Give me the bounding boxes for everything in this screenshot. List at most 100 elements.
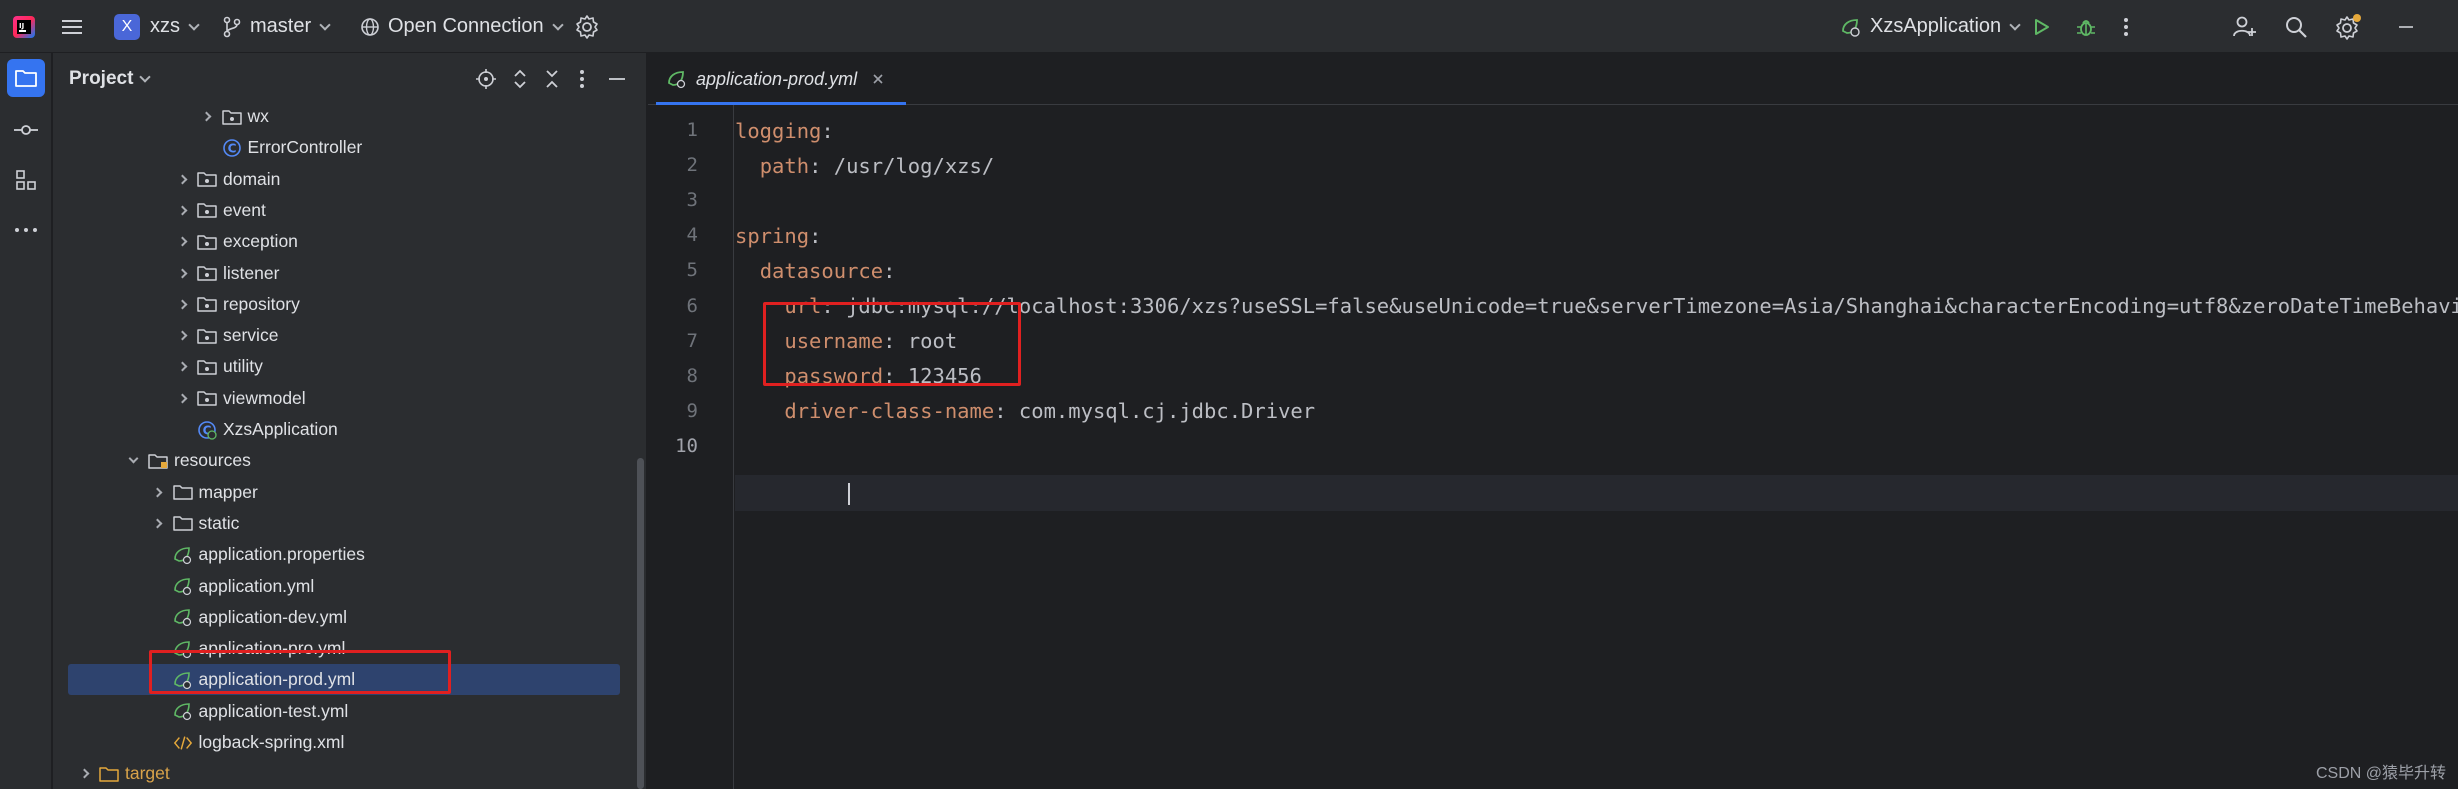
chevron-right-icon[interactable] <box>77 767 91 781</box>
code-line: spring: <box>735 223 822 248</box>
chevron-right-icon[interactable] <box>200 110 214 124</box>
gear-icon <box>2336 13 2361 40</box>
crosshair-icon <box>476 69 496 89</box>
code-line: logging: <box>735 118 834 143</box>
select-opened-file-button[interactable] <box>475 68 497 95</box>
tree-item-label: exception <box>223 231 298 252</box>
more-actions-button[interactable] <box>2120 0 2132 53</box>
tree-item-label: repository <box>223 293 300 314</box>
debug-button[interactable] <box>2074 0 2098 53</box>
open-connection-label: Open Connection <box>388 15 544 37</box>
tree-item-label: logback-spring.xml <box>198 732 345 752</box>
tree-item-domain[interactable]: domain <box>53 164 633 195</box>
tree-item-application-dev-yml[interactable]: application-dev.yml <box>53 602 633 633</box>
resources-folder-icon <box>148 451 168 471</box>
tree-item-logback-spring-xml[interactable]: logback-spring.xml <box>53 727 633 758</box>
code-with-me-button[interactable] <box>2232 0 2258 53</box>
code-area[interactable]: logging: path: /usr/log/xzs/spring: data… <box>735 105 2458 789</box>
chevron-right-icon[interactable] <box>151 485 165 499</box>
yaml-value: jdbc:mysql://localhost:3306/xzs?useSSL=f… <box>846 294 2458 318</box>
chevron-right-icon[interactable] <box>175 360 189 374</box>
tree-item-service[interactable]: service <box>53 320 633 351</box>
bug-icon <box>2077 19 2095 36</box>
commit-tool-button[interactable] <box>7 111 45 149</box>
project-view-selector[interactable]: Project <box>69 53 152 105</box>
tree-item-resources[interactable]: resources <box>53 445 633 476</box>
title-bar: IJ X xzs master Open Connection XzsAppli… <box>0 0 2458 53</box>
panel-options-button[interactable] <box>577 68 587 95</box>
editor-area: application-prod.yml 1 2 3 4 5 6 7 8 9 10 logging… <box>648 53 2458 789</box>
project-tool-button[interactable] <box>7 59 45 97</box>
structure-tool-button[interactable] <box>7 161 45 199</box>
chevron-right-icon[interactable] <box>175 235 189 249</box>
collapse-all-button[interactable] <box>543 68 561 95</box>
package-folder-icon <box>197 326 217 346</box>
tree-item-application-properties[interactable]: application.properties <box>53 539 633 570</box>
git-branch-icon <box>223 16 241 37</box>
update-badge <box>2353 13 2361 22</box>
chevron-right-icon[interactable] <box>175 297 189 311</box>
tree-item-listener[interactable]: listener <box>53 258 633 289</box>
tree-item-errorcontroller[interactable]: C ErrorController <box>53 132 633 163</box>
tree-item-label: mapper <box>198 481 258 502</box>
chevron-right-icon[interactable] <box>175 266 189 280</box>
search-everywhere-button[interactable] <box>2284 0 2308 53</box>
tree-item-xzsapplication[interactable]: C XzsApplication <box>53 414 633 445</box>
run-config-selector[interactable]: XzsApplication <box>1840 0 2021 53</box>
tree-item-label: event <box>223 199 266 220</box>
ide-settings-button[interactable] <box>2334 0 2362 53</box>
hide-panel-button[interactable] <box>607 68 627 95</box>
run-config-name: XzsApplication <box>1870 15 2002 37</box>
editor-tab[interactable]: application-prod.yml <box>656 53 906 105</box>
app-logo-icon[interactable]: IJ <box>12 0 36 53</box>
tree-item-wx[interactable]: wx <box>53 101 633 132</box>
project-tree-scrollbar[interactable] <box>637 458 644 789</box>
chevron-down-icon <box>188 18 200 31</box>
yaml-value: /usr/log/xzs/ <box>833 153 995 178</box>
structure-icon <box>16 170 36 190</box>
chevron-right-icon[interactable] <box>175 391 189 405</box>
more-tools-button[interactable] <box>7 211 45 249</box>
project-badge: X <box>114 13 140 40</box>
chevron-right-icon[interactable] <box>175 329 189 343</box>
settings-widget-button[interactable] <box>574 0 600 53</box>
svg-text:C: C <box>227 141 236 155</box>
tree-item-application-yml[interactable]: application.yml <box>53 571 633 602</box>
tree-item-exception[interactable]: exception <box>53 226 633 257</box>
folder-icon <box>172 482 193 502</box>
code-line: driver-class-name: com.mysql.cj.jdbc.Dri… <box>784 399 1316 424</box>
open-connection-widget[interactable]: Open Connection <box>360 0 564 53</box>
tree-item-label: resources <box>174 450 251 471</box>
run-button[interactable] <box>2030 0 2052 53</box>
close-icon[interactable] <box>871 72 885 86</box>
tree-item-target[interactable]: target <box>53 758 633 789</box>
tree-item-event[interactable]: event <box>53 195 633 226</box>
minimize-button[interactable] <box>2396 0 2416 53</box>
chevron-down-icon[interactable] <box>126 453 140 468</box>
xml-file-icon <box>173 733 193 753</box>
chevron-down-icon <box>139 71 152 83</box>
chevron-right-icon[interactable] <box>175 172 189 186</box>
line-number: 4 <box>686 224 698 247</box>
chevron-down-icon <box>2009 18 2021 31</box>
tree-item-repository[interactable]: repository <box>53 289 633 320</box>
tree-item-label: application.yml <box>198 575 315 596</box>
tree-item-mapper[interactable]: mapper <box>53 477 633 508</box>
tree-item-static[interactable]: static <box>53 508 633 539</box>
current-line-highlight <box>735 475 2458 511</box>
line-number: 7 <box>686 329 698 352</box>
minimize-icon <box>609 78 625 80</box>
tree-item-viewmodel[interactable]: viewmodel <box>53 383 633 414</box>
gear-icon <box>576 14 598 39</box>
chevron-right-icon[interactable] <box>175 203 189 217</box>
main-menu-button[interactable] <box>60 0 84 53</box>
package-folder-icon <box>197 169 217 189</box>
expand-all-button[interactable] <box>511 68 529 95</box>
tree-item-application-test-yml[interactable]: application-test.yml <box>53 696 633 727</box>
chevron-right-icon[interactable] <box>151 516 165 530</box>
vcs-branch-widget[interactable]: master <box>222 0 331 53</box>
spring-boot-icon <box>1842 18 1860 37</box>
project-switcher[interactable]: X xzs <box>114 0 200 53</box>
tree-item-utility[interactable]: utility <box>53 351 633 382</box>
add-user-icon <box>2233 16 2256 36</box>
